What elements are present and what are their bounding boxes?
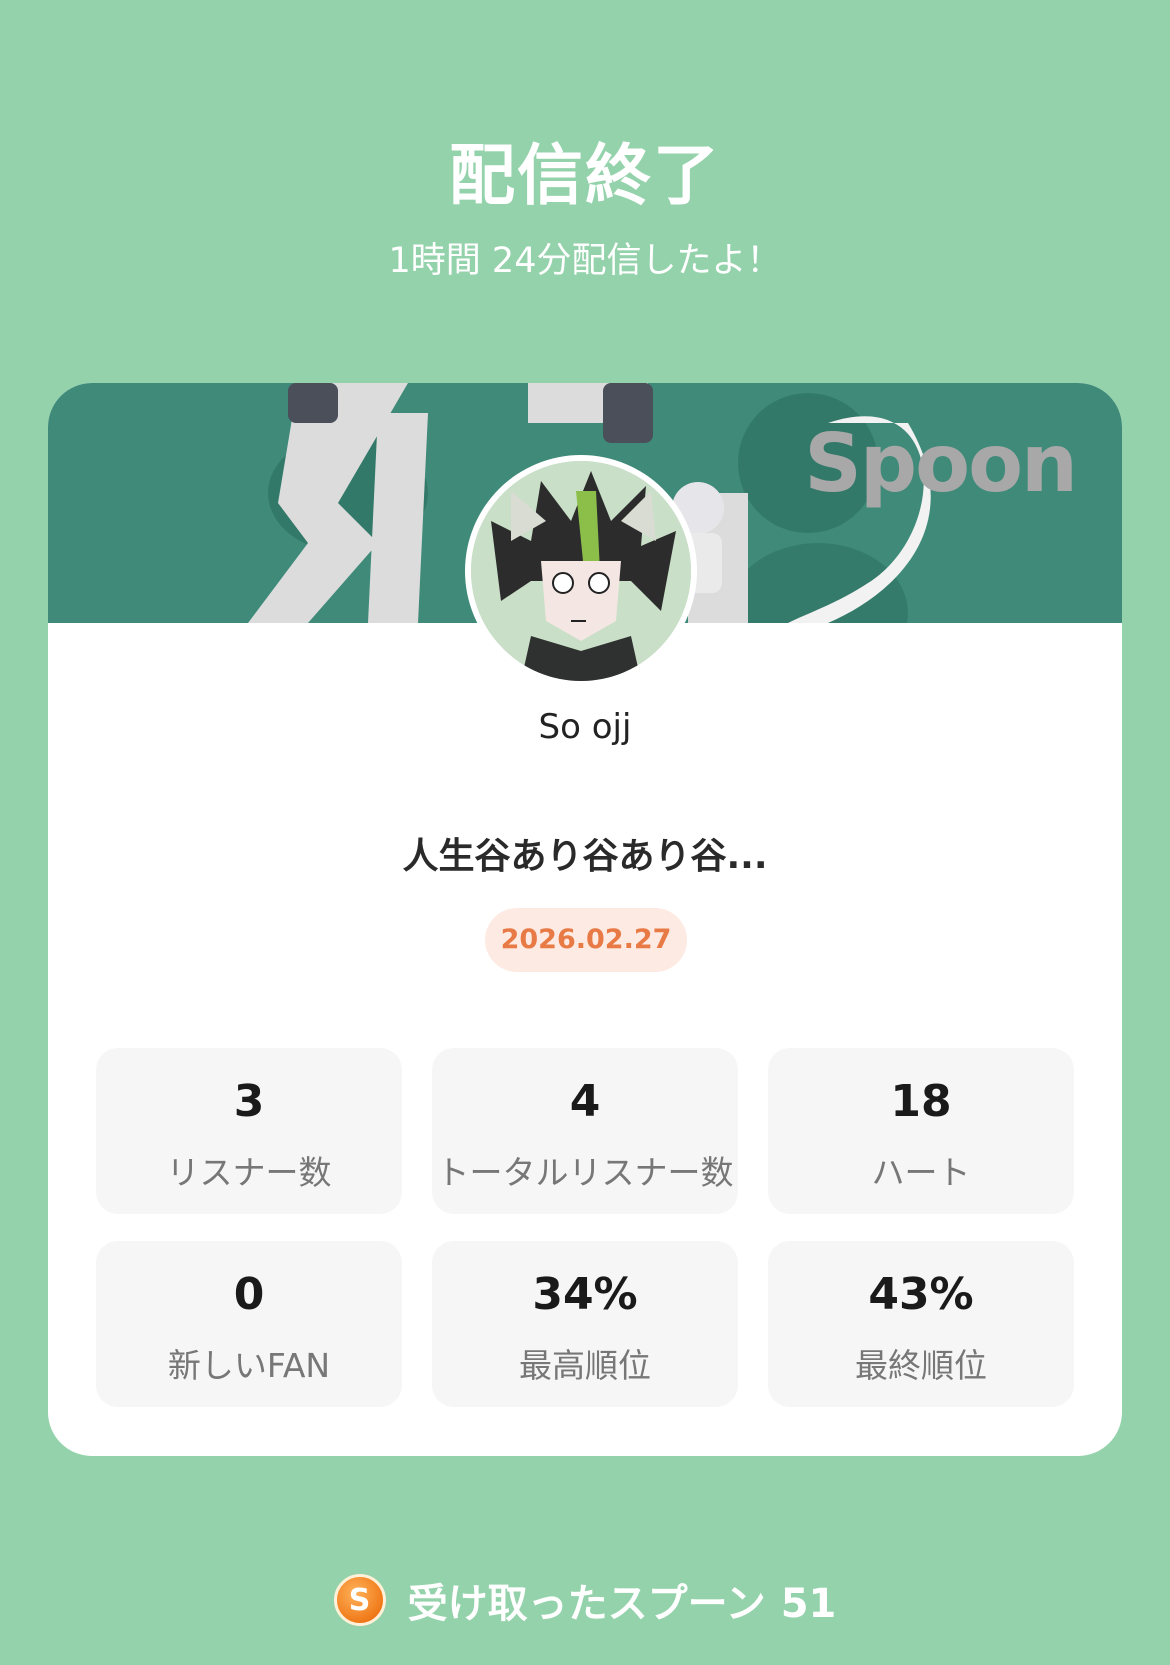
stat-new-fans: 0 新しいFAN (96, 1241, 402, 1407)
brand-logo: Spoon (804, 417, 1078, 510)
stat-label: ハート (871, 1153, 971, 1192)
stat-label: 新しいFAN (167, 1346, 331, 1385)
stat-value: 3 (233, 1076, 265, 1127)
stat-value: 0 (233, 1269, 265, 1320)
stat-listeners: 3 リスナー数 (96, 1048, 402, 1214)
stat-highest-rank: 34% 最高順位 (432, 1241, 738, 1407)
broadcast-duration: 1時間 24分配信したよ！ (388, 241, 782, 281)
summary-card: Spoon So ojj 人生谷あり谷あり谷... 2026.02.27 3 リ… (48, 383, 1122, 1456)
stat-hearts: 18 ハート (768, 1048, 1074, 1214)
live-title: 人生谷あり谷あり谷... (402, 836, 768, 877)
received-spoons-label: 受け取ったスプーン (407, 1581, 766, 1627)
stat-total-listeners: 4 トータルリスナー数 (432, 1048, 738, 1214)
user-avatar[interactable] (465, 455, 697, 687)
spoon-coin-icon: S (333, 1574, 386, 1626)
username: So ojj (538, 707, 632, 747)
received-spoons-count: 51 (780, 1581, 837, 1627)
stat-value: 18 (890, 1076, 952, 1127)
date-badge: 2026.02.27 (485, 908, 687, 972)
stat-value: 4 (569, 1076, 601, 1127)
stat-label: トータルリスナー数 (436, 1153, 734, 1192)
page-title: 配信終了 (449, 137, 721, 214)
stat-label: 最終順位 (855, 1346, 987, 1385)
stat-value: 43% (868, 1269, 974, 1320)
stat-final-rank: 43% 最終順位 (768, 1241, 1074, 1407)
avatar-illustration (471, 461, 691, 681)
stat-label: リスナー数 (166, 1153, 332, 1192)
stat-label: 最高順位 (519, 1346, 651, 1385)
received-spoons: S 受け取ったスプーン 51 (0, 1568, 1170, 1632)
stat-value: 34% (532, 1269, 638, 1320)
